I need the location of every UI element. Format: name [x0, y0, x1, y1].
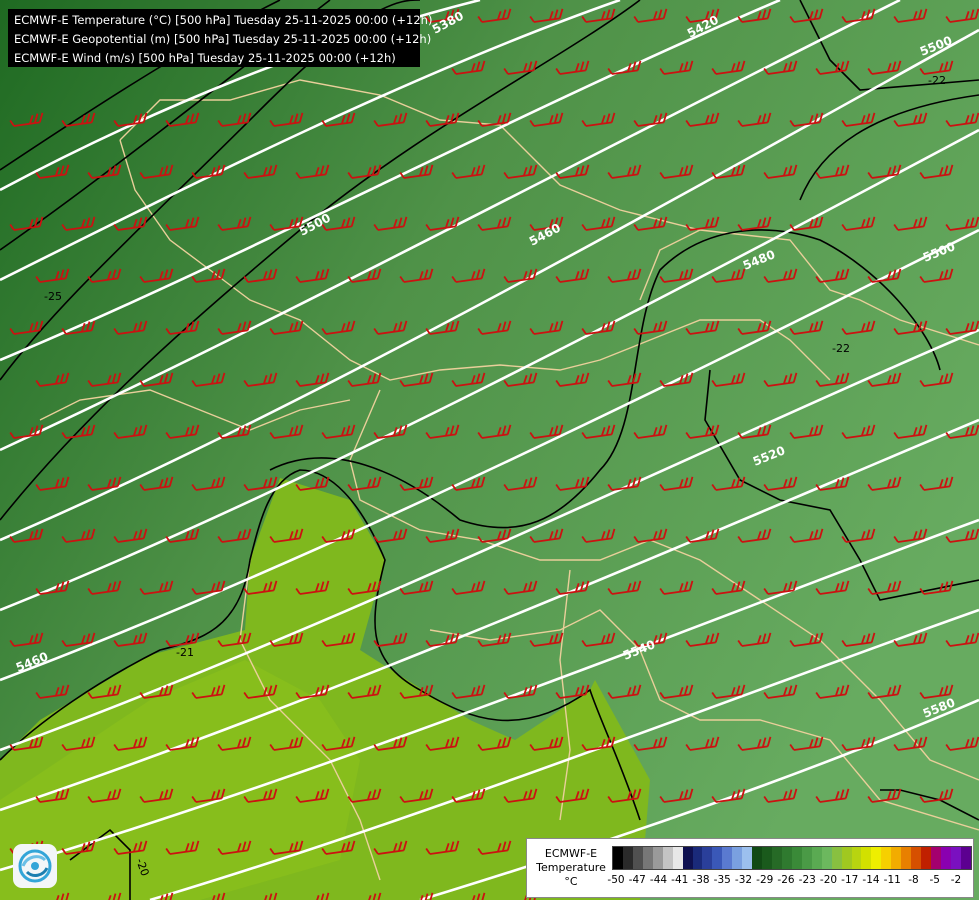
- isotherm-label: -25: [44, 290, 62, 303]
- legend-swatch: [881, 847, 892, 869]
- title-line-wind: ECMWF-E Wind (m/s) [500 hPa] Tuesday 25-…: [14, 51, 396, 65]
- legend-swatch: [891, 847, 902, 869]
- legend-swatch: [682, 847, 693, 869]
- legend-tick: -17: [841, 874, 859, 886]
- temperature-legend: ECMWF-E Temperature °C -50 -47 -44 -41 -38 -3…: [526, 838, 974, 898]
- isotherm-label: -21: [176, 646, 194, 659]
- legend-swatch: [960, 847, 971, 869]
- map-title-box: ECMWF-E Temperature (°C) [500 hPa] Tuesd…: [8, 9, 433, 67]
- legend-swatch: [811, 847, 822, 869]
- legend-swatch: [642, 847, 653, 869]
- legend-swatch: [732, 847, 743, 869]
- legend-tick: -14: [862, 874, 880, 886]
- legend-tick: -29: [756, 874, 774, 886]
- legend-swatch: [940, 847, 951, 869]
- legend-swatch: [901, 847, 912, 869]
- legend-swatch: [911, 847, 922, 869]
- legend-swatch: [821, 847, 832, 869]
- legend-tick: -8: [908, 874, 919, 886]
- isotherm-label: -22: [928, 74, 946, 87]
- legend-tick-labels: -50 -47 -44 -41 -38 -35 -32 -29 -26 -23 -20 -17 -14-…: [607, 874, 970, 888]
- legend-swatch: [861, 847, 872, 869]
- legend-tick: -20: [819, 874, 838, 886]
- legend-tick: -2: [950, 874, 962, 886]
- weather-map[interactable]: 5380 5420 5460 5500 5500 5520 5540 5460 …: [0, 0, 979, 900]
- legend-tick: -32: [734, 874, 753, 886]
- legend-swatch: [692, 847, 703, 869]
- legend-swatch: [781, 847, 792, 869]
- legend-tick: -47: [628, 874, 646, 886]
- legend-swatch: [672, 847, 683, 869]
- legend-color-scale: [612, 846, 972, 870]
- legend-swatch: [752, 847, 763, 869]
- title-line-geopotential: ECMWF-E Geopotential (m) [500 hPa] Tuesd…: [14, 32, 432, 46]
- legend-swatch: [722, 847, 733, 869]
- legend-tick: -50: [607, 874, 625, 886]
- legend-tick: -44: [649, 874, 668, 886]
- legend-swatch: [921, 847, 931, 869]
- legend-tick: -11: [883, 874, 901, 886]
- legend-swatch: [791, 847, 802, 869]
- legend-swatch: [871, 847, 882, 869]
- meteo-logo-icon: [13, 844, 57, 888]
- legend-swatch: [950, 847, 961, 869]
- legend-title-variable: Temperature: [536, 861, 606, 874]
- legend-tick: -26: [777, 874, 795, 886]
- legend-swatch: [632, 847, 643, 869]
- isotherm-label: -22: [832, 342, 850, 355]
- legend-swatch: [712, 847, 723, 869]
- legend-swatch: [801, 847, 812, 869]
- legend-title-unit: °C: [564, 875, 578, 888]
- legend-swatch: [702, 847, 713, 869]
- legend-swatch: [762, 847, 772, 869]
- legend-swatch: [851, 847, 862, 869]
- legend-swatch: [662, 847, 673, 869]
- legend-tick: -38: [692, 874, 710, 886]
- legend-swatch: [841, 847, 852, 869]
- legend-swatch: [652, 847, 663, 869]
- title-line-temperature: ECMWF-E Temperature (°C) [500 hPa] Tuesd…: [14, 13, 433, 27]
- legend-swatch: [613, 847, 623, 869]
- legend-tick: -23: [798, 874, 816, 886]
- legend-title: ECMWF-E Temperature °C: [531, 847, 611, 889]
- legend-tick: -5: [929, 874, 940, 886]
- legend-tick: -41: [671, 874, 689, 886]
- legend-swatch: [931, 847, 941, 869]
- legend-swatch: [831, 847, 842, 869]
- legend-swatch: [772, 847, 782, 869]
- legend-swatch: [622, 847, 633, 869]
- legend-swatch: [742, 847, 753, 869]
- legend-title-model: ECMWF-E: [544, 847, 598, 860]
- legend-tick: -35: [713, 874, 731, 886]
